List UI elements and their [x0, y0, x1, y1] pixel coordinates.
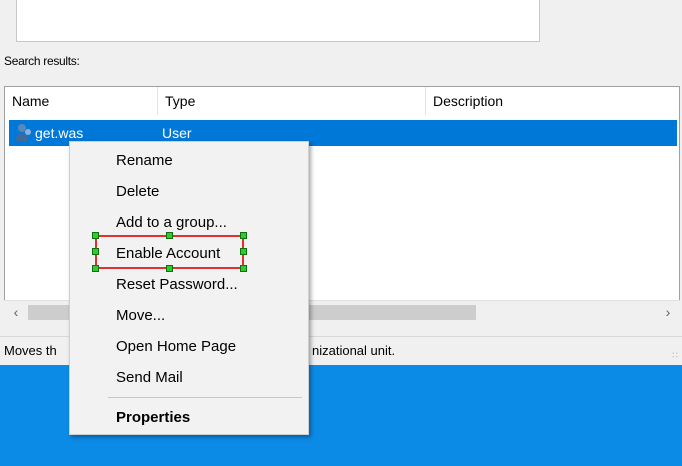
scroll-right-icon[interactable]: › — [658, 301, 678, 325]
user-icon — [16, 124, 31, 141]
column-header-type-label: Type — [165, 93, 196, 109]
handle-bottom-right — [240, 265, 247, 272]
context-menu: Rename Delete Add to a group... Enable A… — [69, 141, 309, 435]
menu-item-properties[interactable]: Properties — [70, 402, 308, 433]
handle-top-middle — [166, 232, 173, 239]
handle-middle-right — [240, 248, 247, 255]
column-header-description-label: Description — [433, 93, 504, 109]
resize-grip-icon[interactable]: ∷ — [672, 350, 678, 361]
status-text-right: nizational unit. — [312, 343, 396, 358]
handle-middle-left — [92, 248, 99, 255]
selection-highlight-box — [95, 235, 244, 269]
menu-item-reset-password[interactable]: Reset Password... — [70, 269, 308, 300]
menu-item-open-home-page[interactable]: Open Home Page — [70, 331, 308, 362]
handle-bottom-left — [92, 265, 99, 272]
query-results-pane[interactable] — [16, 0, 540, 42]
column-header-type[interactable]: Type — [158, 87, 426, 115]
handle-top-left — [92, 232, 99, 239]
search-results-label: Search results: — [4, 54, 80, 68]
menu-item-rename[interactable]: Rename — [70, 145, 308, 176]
handle-bottom-middle — [166, 265, 173, 272]
column-header-name[interactable]: Name — [5, 87, 158, 115]
handle-top-right — [240, 232, 247, 239]
menu-item-send-mail[interactable]: Send Mail — [70, 362, 308, 393]
column-header-description[interactable]: Description — [426, 87, 679, 115]
status-text-left: Moves th — [4, 343, 57, 358]
menu-item-move[interactable]: Move... — [70, 300, 308, 331]
menu-separator — [108, 397, 302, 398]
menu-item-add-to-group[interactable]: Add to a group... — [70, 207, 308, 238]
menu-item-delete[interactable]: Delete — [70, 176, 308, 207]
scroll-left-icon[interactable]: ‹ — [6, 301, 26, 325]
column-header-name-label: Name — [12, 93, 50, 109]
